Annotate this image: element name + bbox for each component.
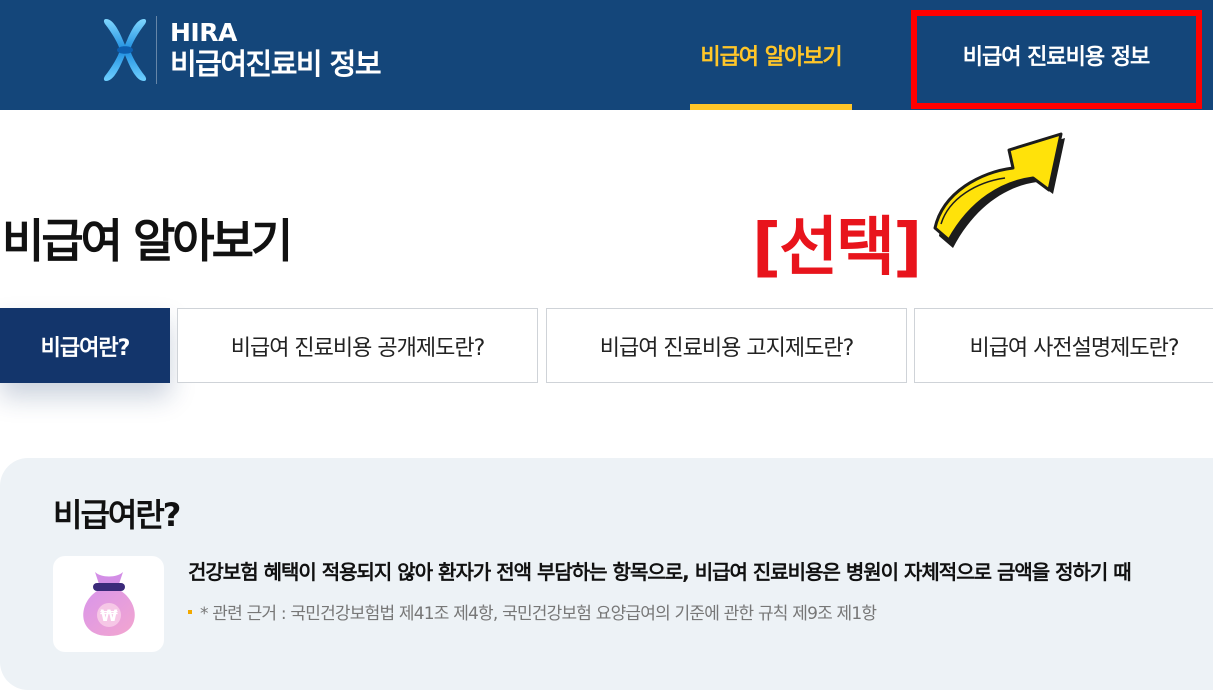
- page-title: 비급여 알아보기: [2, 214, 293, 268]
- curved-arrow-icon: [933, 132, 1065, 248]
- select-annotation-label: [선택]: [752, 211, 922, 285]
- tab-cost-notice-system[interactable]: 비급여 진료비용 고지제도란?: [546, 308, 907, 383]
- legal-basis-text: * 관련 근거 : 국민건강보험법 제41조 제4항, 국민건강보험 요양급여의…: [200, 604, 877, 624]
- nav-about-noncovered[interactable]: 비급여 알아보기: [690, 0, 852, 110]
- svg-text:₩: ₩: [100, 606, 118, 625]
- money-bag-icon: ₩: [82, 572, 135, 636]
- bullet-dot-icon: [188, 609, 192, 614]
- tab-prior-explanation-system[interactable]: 비급여 사전설명제도란?: [914, 308, 1213, 383]
- logo-subtitle: 비급여진료비 정보: [170, 46, 382, 81]
- card-title: 비급여란?: [53, 496, 181, 534]
- site-logo[interactable]: HIRA 비급여진료비 정보: [100, 14, 382, 86]
- tab-what-is-noncovered[interactable]: 비급여란?: [0, 308, 170, 383]
- logo-title: HIRA: [170, 17, 237, 47]
- hira-logo-icon: [103, 19, 147, 81]
- card-icon-box: ₩: [53, 556, 164, 652]
- legal-basis: * 관련 근거 : 국민건강보험법 제41조 제4항, 국민건강보험 요양급여의…: [188, 599, 877, 624]
- nav-noncovered-cost-info[interactable]: 비급여 진료비용 정보: [922, 0, 1190, 110]
- tab-cost-disclosure-system[interactable]: 비급여 진료비용 공개제도란?: [177, 308, 538, 383]
- card-description: 건강보험 혜택이 적용되지 않아 환자가 전액 부담하는 항목으로, 비급여 진…: [188, 560, 1132, 584]
- logo-divider: [156, 16, 157, 84]
- site-header: HIRA 비급여진료비 정보 비급여 알아보기 비급여 진료비용 정보: [0, 0, 1213, 110]
